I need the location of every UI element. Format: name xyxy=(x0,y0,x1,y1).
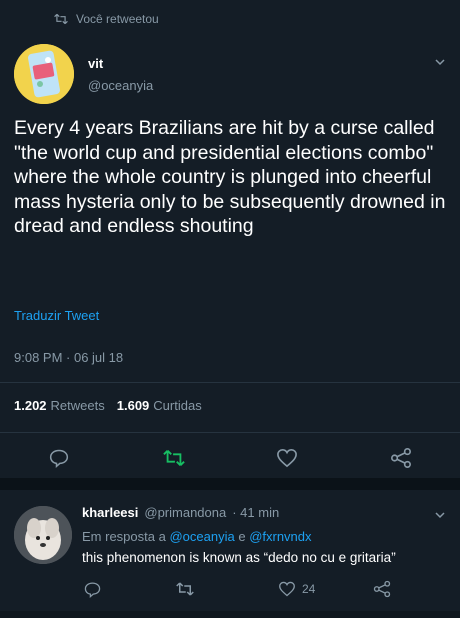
reply-icon xyxy=(49,449,69,468)
reply-author-name[interactable]: kharleesi xyxy=(82,505,138,520)
retweet-banner: Você retweetou xyxy=(54,12,159,26)
tweet-timestamp[interactable]: 9:08 PM · 06 jul 18 xyxy=(14,350,123,365)
divider xyxy=(0,382,460,383)
reply-button[interactable] xyxy=(45,444,73,472)
reply-avatar[interactable] xyxy=(14,506,72,564)
reply-to-prefix: Em resposta a xyxy=(82,529,166,544)
retweet-icon xyxy=(176,582,194,596)
retweets-stat[interactable]: 1.202 Retweets xyxy=(14,398,105,413)
reply-header: kharleesi @primandona · 41 min xyxy=(82,505,279,520)
reply-reply-button[interactable] xyxy=(84,578,101,600)
chevron-down-icon[interactable] xyxy=(434,56,446,68)
share-button[interactable] xyxy=(387,444,415,472)
reply-to-and: e xyxy=(238,529,246,544)
heart-icon xyxy=(279,581,295,597)
reply-like-button[interactable]: 24 xyxy=(278,578,315,600)
reply-like-count: 24 xyxy=(302,582,316,596)
reply-icon xyxy=(84,581,101,598)
reply-to-user-fxrnvndx[interactable]: @fxrnvndx xyxy=(249,529,311,544)
reply-text: this phenomenon is known as “dedo no cu … xyxy=(82,550,396,565)
retweet-button[interactable] xyxy=(160,444,188,472)
reply-retweet-button[interactable] xyxy=(176,578,194,600)
like-button[interactable] xyxy=(273,444,301,472)
share-icon xyxy=(373,580,391,598)
avatar-image xyxy=(14,506,72,564)
tweet-action-bar xyxy=(0,444,460,474)
reply-to-line: Em resposta a @oceanyia e @fxrnvndx xyxy=(82,529,312,544)
retweet-icon xyxy=(54,13,68,25)
retweet-banner-text: Você retweetou xyxy=(76,12,159,26)
bottom-divider xyxy=(0,611,460,618)
tweet-text: Every 4 years Brazilians are hit by a cu… xyxy=(14,117,446,237)
divider xyxy=(0,432,460,433)
likes-count: 1.609 xyxy=(116,398,150,413)
likes-label: Curtidas xyxy=(153,398,202,413)
author-handle[interactable]: @oceanyia xyxy=(88,78,153,93)
section-divider xyxy=(0,478,460,490)
reply-time: · 41 min xyxy=(232,505,280,520)
reply-share-button[interactable] xyxy=(373,578,391,600)
author-name[interactable]: vit xyxy=(88,56,103,71)
share-icon xyxy=(391,448,411,468)
likes-stat[interactable]: 1.609 Curtidas xyxy=(117,398,202,413)
reply-to-user-oceanyia[interactable]: @oceanyia xyxy=(169,529,234,544)
translate-tweet-link[interactable]: Traduzir Tweet xyxy=(14,308,99,323)
tweet-stats: 1.202 Retweets 1.609 Curtidas xyxy=(14,398,202,413)
avatar[interactable] xyxy=(14,44,74,104)
reply-action-bar: 24 xyxy=(0,578,460,602)
retweet-icon xyxy=(163,450,185,466)
retweets-label: Retweets xyxy=(50,398,105,413)
reply-author-handle[interactable]: @primandona xyxy=(144,505,226,520)
retweets-count: 1.202 xyxy=(14,398,47,413)
avatar-image xyxy=(14,44,74,104)
heart-icon xyxy=(277,448,297,468)
chevron-down-icon[interactable] xyxy=(434,509,446,521)
